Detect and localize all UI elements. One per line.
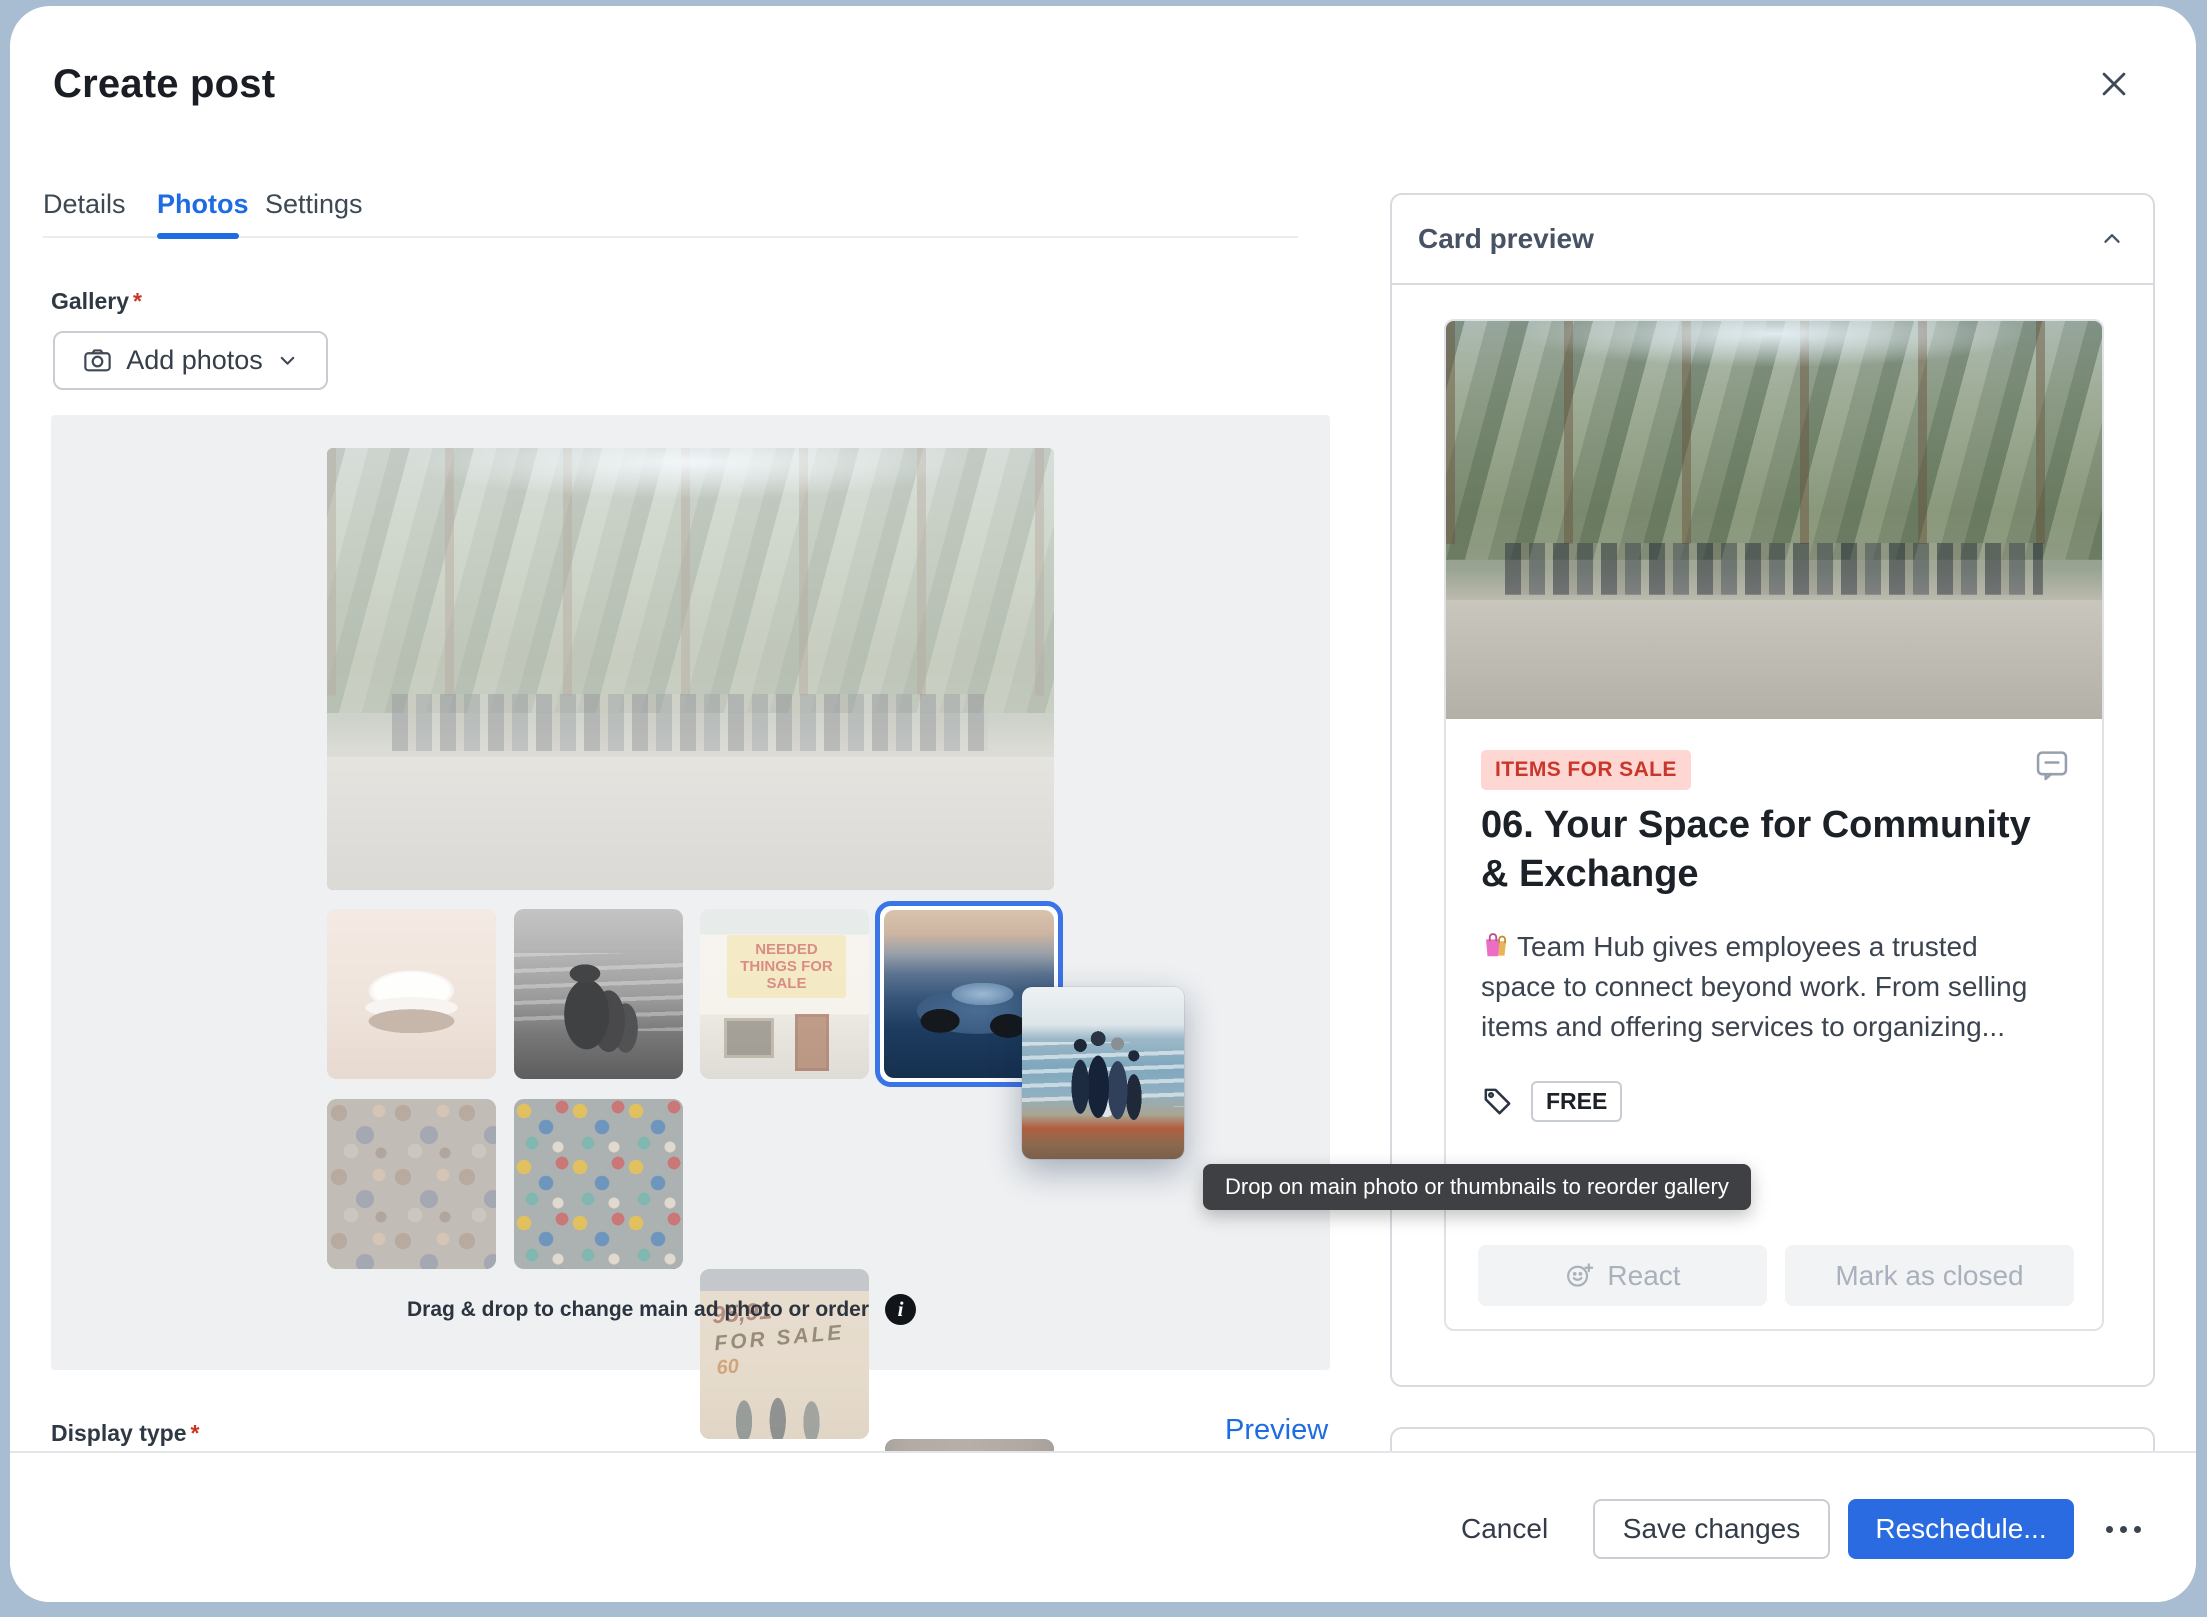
add-photos-button[interactable]: Add photos	[53, 331, 328, 390]
card-preview-header[interactable]: Card preview	[1392, 195, 2153, 285]
footer-bar: Cancel Save changes Reschedule...	[10, 1451, 2196, 1602]
category-badge: ITEMS FOR SALE	[1481, 750, 1691, 790]
thumbnail-secondhand-bags[interactable]	[327, 1099, 496, 1269]
storefront-window	[724, 1018, 774, 1058]
storefront-sign-text: NEEDED THINGS FOR SALE	[727, 935, 846, 999]
thumbnail-books[interactable]	[327, 909, 496, 1079]
tab-photos[interactable]: Photos	[157, 189, 249, 220]
card-description: Team Hub gives employees a trusted space…	[1481, 927, 2049, 1047]
close-icon[interactable]	[2088, 58, 2140, 110]
card-preview-title: Card preview	[1418, 223, 1594, 255]
mark-as-closed-button[interactable]: Mark as closed	[1785, 1245, 2074, 1306]
shopping-bags-icon	[1481, 930, 1511, 960]
more-options-icon[interactable]	[2092, 1499, 2154, 1559]
chevron-down-icon	[276, 349, 299, 372]
bottles	[717, 1395, 852, 1439]
add-photos-label: Add photos	[126, 345, 263, 376]
tab-settings[interactable]: Settings	[265, 189, 363, 220]
add-reaction-icon	[1564, 1260, 1595, 1291]
tab-details[interactable]: Details	[43, 189, 126, 220]
preview-link[interactable]: Preview	[1225, 1414, 1328, 1447]
price-row: FREE	[1481, 1081, 1622, 1122]
info-icon[interactable]: i	[885, 1294, 916, 1325]
create-post-modal: Create post Details Photos Settings Gall…	[10, 6, 2196, 1602]
price-badge: FREE	[1531, 1081, 1622, 1122]
comment-icon	[2033, 746, 2071, 784]
thumbnail-storefront[interactable]: NEEDED THINGS FOR SALE	[700, 909, 869, 1079]
chevron-up-icon[interactable]	[2099, 226, 2125, 252]
drag-drop-caption: Drag & drop to change main ad photo or o…	[407, 1298, 869, 1322]
drag-tooltip: Drop on main photo or thumbnails to reor…	[1203, 1164, 1751, 1210]
page-title: Create post	[53, 62, 275, 107]
required-asterisk: *	[187, 1420, 200, 1446]
card-photo	[1446, 321, 2102, 719]
thumbnail-family-beach-bw[interactable]	[514, 909, 683, 1079]
active-tab-indicator	[157, 233, 239, 239]
display-type-label: Display type*	[51, 1420, 199, 1447]
required-asterisk: *	[129, 288, 142, 314]
gallery-main-photo[interactable]	[327, 448, 1054, 890]
save-changes-button[interactable]: Save changes	[1593, 1499, 1830, 1559]
gallery-label: Gallery*	[51, 288, 142, 315]
tag-icon	[1481, 1085, 1514, 1118]
react-button[interactable]: React	[1478, 1245, 1767, 1306]
storefront-door	[795, 1014, 830, 1071]
thumbnail-padlocks[interactable]	[514, 1099, 683, 1269]
dragged-thumbnail-family-beach[interactable]	[1022, 987, 1184, 1159]
drag-drop-caption-row: Drag & drop to change main ad photo or o…	[407, 1294, 916, 1325]
card-title: 06. Your Space for Community & Exchange	[1481, 801, 2053, 899]
camera-icon	[82, 345, 113, 376]
cancel-button[interactable]: Cancel	[1441, 1499, 1568, 1559]
reschedule-button[interactable]: Reschedule...	[1848, 1499, 2074, 1559]
